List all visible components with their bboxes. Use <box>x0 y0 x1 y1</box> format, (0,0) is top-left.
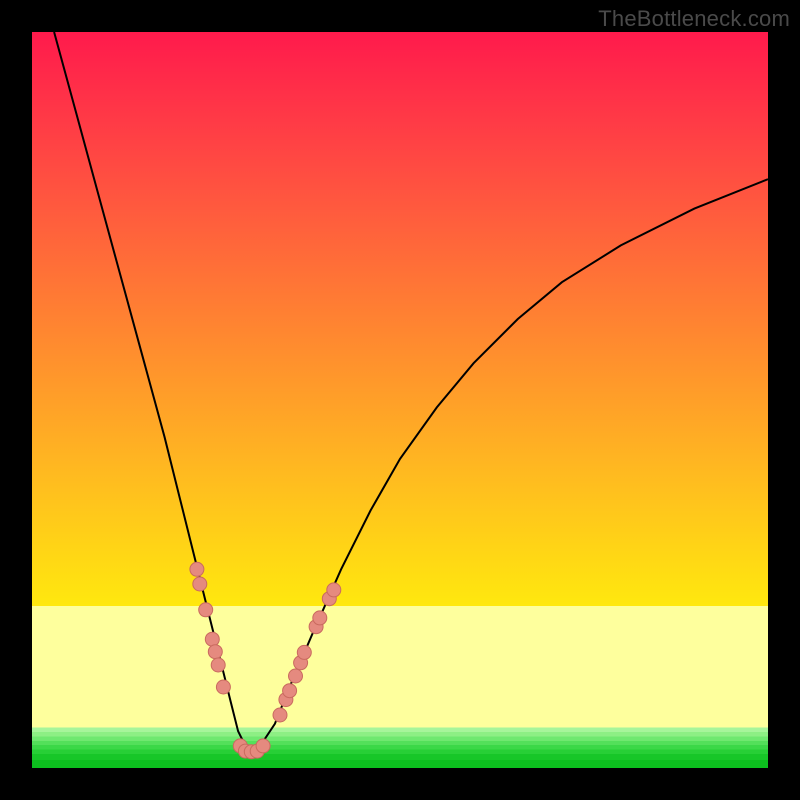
watermark-text: TheBottleneck.com <box>598 6 790 32</box>
data-point <box>327 583 341 597</box>
data-point <box>190 562 204 576</box>
data-point <box>256 739 270 753</box>
data-point <box>193 577 207 591</box>
data-point <box>289 669 303 683</box>
data-point <box>205 632 219 646</box>
curve-layer <box>32 32 768 768</box>
data-point <box>216 680 230 694</box>
data-point <box>297 645 311 659</box>
bottleneck-curve <box>54 32 768 753</box>
data-point <box>283 684 297 698</box>
data-point <box>199 603 213 617</box>
plot-area <box>32 32 768 768</box>
data-point <box>208 645 222 659</box>
data-point <box>273 708 287 722</box>
data-points <box>190 562 341 759</box>
chart-frame: TheBottleneck.com <box>0 0 800 800</box>
data-point <box>211 658 225 672</box>
data-point <box>313 611 327 625</box>
